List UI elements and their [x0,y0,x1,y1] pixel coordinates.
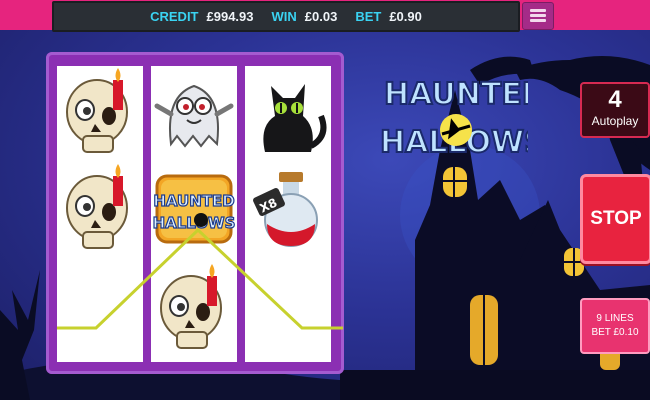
bet-per-line-label: BET £0.10 [591,327,639,338]
lines-bet-button[interactable]: 9 LINES BET £0.10 [580,298,650,354]
autoplay-label: Autoplay [591,114,639,128]
stop-button[interactable]: STOP [580,174,650,264]
stop-label: STOP [590,208,642,229]
autoplay-count: 4 [608,86,622,113]
lines-label: 9 LINES [596,313,634,324]
win-line [57,227,343,330]
autoplay-button[interactable]: 4 Autoplay [580,82,650,138]
